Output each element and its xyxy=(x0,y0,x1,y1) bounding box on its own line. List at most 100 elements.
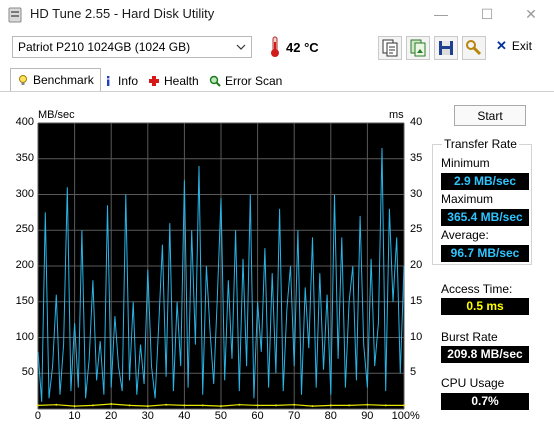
y-tick-label-left: 400 xyxy=(15,116,34,128)
tab-info[interactable]: Info xyxy=(96,70,144,92)
x-tick-label: 10 xyxy=(68,410,81,422)
x-tick-label: 40 xyxy=(178,410,191,422)
access-time-point xyxy=(110,402,113,405)
copy-screenshot-button[interactable] xyxy=(406,36,430,60)
cpu-usage-value: 0.7% xyxy=(441,393,529,410)
burst-rate-label: Burst Rate xyxy=(441,330,498,344)
y-axis-unit-right: ms xyxy=(389,109,404,121)
y-tick-label-right: 35 xyxy=(410,151,423,164)
magnifier-icon xyxy=(209,75,221,87)
chart-series xyxy=(37,147,405,408)
access-time-point xyxy=(220,405,222,408)
maximize-button[interactable]: ☐ xyxy=(464,0,510,30)
tab-benchmark[interactable]: Benchmark xyxy=(10,68,101,92)
save-button[interactable] xyxy=(434,36,458,60)
minimize-button[interactable]: — xyxy=(418,0,464,30)
tab-error-scan-label: Error Scan xyxy=(225,74,283,88)
x-tick-label: 70 xyxy=(288,410,301,422)
chart-grid xyxy=(37,122,405,410)
y-tick-label-right: 25 xyxy=(410,223,423,236)
x-tick-label: 0 xyxy=(34,410,42,422)
y-tick-label-left: 250 xyxy=(15,223,34,236)
bulb-icon xyxy=(19,75,27,85)
cpu-usage-label: CPU Usage xyxy=(441,376,505,390)
access-time-line xyxy=(37,403,404,407)
y-tick-label-left: 300 xyxy=(15,187,34,200)
x-tick-label: 80 xyxy=(324,410,337,422)
access-time-point xyxy=(293,403,296,406)
access-time-point xyxy=(274,404,277,407)
options-button[interactable] xyxy=(462,36,486,60)
start-button[interactable]: Start xyxy=(454,105,526,126)
thermometer-icon xyxy=(271,36,279,57)
access-time-point xyxy=(384,404,387,407)
access-time-point xyxy=(238,403,241,406)
access-time-value: 0.5 ms xyxy=(441,298,529,315)
x-tick-label: 90 xyxy=(361,410,374,422)
y-tick-label-left: 200 xyxy=(15,259,34,271)
exit-button[interactable]: ✕ Exit xyxy=(496,38,532,58)
info-icon xyxy=(107,76,110,86)
hdtune-app-icon xyxy=(8,7,22,23)
copy-icon xyxy=(382,39,398,57)
window-title: HD Tune 2.55 - Hard Disk Utility xyxy=(30,6,215,21)
access-time-point xyxy=(91,404,94,407)
tab-bar: Benchmark Info Health Error Scan xyxy=(0,68,554,92)
y-tick-label-right: 30 xyxy=(410,187,423,200)
access-time-point xyxy=(128,404,131,407)
access-time-point xyxy=(183,404,186,407)
copy-text-button[interactable] xyxy=(378,36,402,60)
exit-icon: ✕ xyxy=(496,38,507,53)
x-tick-label: 20 xyxy=(105,410,118,422)
transfer-rate-line xyxy=(37,147,405,402)
health-cross-icon xyxy=(149,76,159,86)
close-button[interactable]: ✕ xyxy=(508,0,554,30)
average-label: Average: xyxy=(441,228,489,242)
minimum-value: 2.9 MB/sec xyxy=(441,173,529,190)
tab-info-label: Info xyxy=(118,74,139,88)
average-value: 96.7 MB/sec xyxy=(441,245,529,262)
y-tick-label-left: 150 xyxy=(15,294,34,307)
x-tick-label: 30 xyxy=(141,410,154,422)
access-time-point xyxy=(201,404,204,407)
wrench-icon xyxy=(466,40,482,56)
maximum-label: Maximum xyxy=(441,192,494,206)
y-tick-label-right: 10 xyxy=(410,330,423,343)
chevron-down-icon xyxy=(236,44,246,50)
tab-error-scan[interactable]: Error Scan xyxy=(203,70,288,92)
exit-label: Exit xyxy=(511,39,532,53)
access-time-point xyxy=(366,403,369,406)
tab-health[interactable]: Health xyxy=(142,70,205,92)
y-tick-label-left: 50 xyxy=(21,366,34,379)
tab-benchmark-label: Benchmark xyxy=(33,73,94,87)
access-time-point xyxy=(348,404,351,407)
transfer-rate-title: Transfer Rate xyxy=(442,137,519,151)
copy-image-icon xyxy=(410,39,426,57)
floppy-disk-icon xyxy=(439,41,453,55)
access-time-label: Access Time: xyxy=(441,282,513,296)
access-time-point xyxy=(329,404,332,407)
x-tick-label: 50 xyxy=(214,410,228,422)
chart-plot-area xyxy=(38,123,404,409)
title-bar: HD Tune 2.55 - Hard Disk Utility — ☐ ✕ xyxy=(0,0,554,30)
access-time-point xyxy=(146,405,149,408)
access-time-point xyxy=(165,403,168,406)
toolbar: Patriot P210 1024GB (1024 GB) 42 °C ✕ Ex… xyxy=(0,30,554,66)
tab-health-label: Health xyxy=(164,74,199,88)
drive-select-value: Patriot P210 1024GB (1024 GB) xyxy=(18,40,191,54)
minimum-label: Minimum xyxy=(441,156,490,170)
y-tick-label-right: 40 xyxy=(410,116,423,128)
access-time-point xyxy=(403,404,405,407)
y-tick-label-right: 15 xyxy=(410,294,423,307)
maximum-value: 365.4 MB/sec xyxy=(441,209,529,226)
y-tick-label-right: 5 xyxy=(410,366,417,379)
access-time-point xyxy=(37,404,39,407)
temperature-readout: 42 °C xyxy=(286,40,319,55)
y-tick-label-right: 20 xyxy=(410,259,423,271)
x-tick-label: 60 xyxy=(251,410,264,422)
drive-select[interactable]: Patriot P210 1024GB (1024 GB) xyxy=(12,36,252,58)
y-tick-label-left: 350 xyxy=(15,151,34,164)
access-time-point xyxy=(256,404,259,407)
y-tick-label-left: 100 xyxy=(15,330,34,343)
burst-rate-value: 209.8 MB/sec xyxy=(441,346,529,363)
